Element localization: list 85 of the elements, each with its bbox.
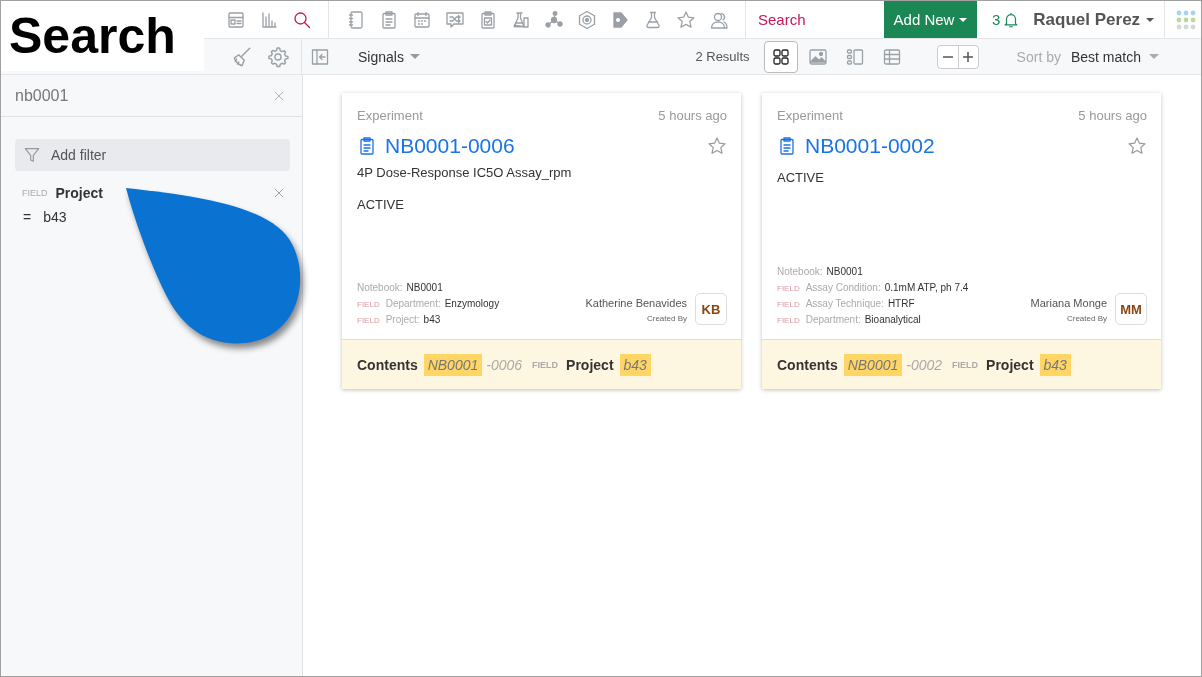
sort-dropdown[interactable]: Best match [1070,48,1159,65]
field-tag: FIELD [777,300,800,309]
filter-name: Project [55,185,103,201]
field-value: NB0001 [826,266,863,277]
created-by-label: Created By [1065,314,1107,323]
field-tag: FIELD [777,316,800,325]
filter-value: b43 [43,209,67,225]
field-label: Assay Condition: [805,282,881,293]
broom-icon[interactable] [231,45,253,68]
highlighted-match: b43 [619,353,651,376]
grid-view-icon [770,46,791,67]
field-tag: FIELD [357,316,380,325]
shuffle-icon[interactable] [444,9,465,30]
match-label: Project [566,356,614,373]
field-value: b43 [423,314,441,325]
image-view-icon [807,46,828,67]
field-value: Enzymology [444,298,500,309]
status-text: ACTIVE [777,170,825,185]
notification-count[interactable]: 3 [992,11,1001,28]
highlighted-match: b43 [1039,353,1071,376]
highlighted-match: NB0001 [423,353,483,376]
calendar-icon[interactable] [411,9,432,30]
record-type: Experiment [777,108,843,123]
field-value: 0.1mM ATP, ph 7.4 [884,282,969,293]
field-tag: FIELD [22,188,48,198]
grid-view-button[interactable] [763,40,798,73]
field-value: HTRF [887,298,915,309]
star-icon[interactable] [707,136,727,156]
creator-name: Katherine Benavides [585,297,687,309]
hexagon-icon[interactable] [576,9,597,30]
field-label: Department: [805,314,861,325]
field-label: Notebook: [777,266,823,277]
field-label: Assay Technique: [805,298,884,309]
match-label: Project [986,356,1034,373]
caret-icon [959,17,968,22]
list-view-icon [844,46,865,67]
sort-label: Sort by [1016,48,1061,65]
flask-set-icon[interactable] [510,9,531,30]
timestamp: 5 hours ago [658,108,727,123]
creator-name: Mariana Monge [1030,297,1107,309]
search-icon[interactable] [291,9,312,30]
add-filter-button[interactable]: Add filter [15,139,290,171]
close-icon[interactable] [272,186,286,200]
field-label: Notebook: [357,282,403,293]
field-label: Department: [385,298,441,309]
molecule-icon[interactable] [543,9,564,30]
clipboard-icon [777,136,797,156]
field-value: NB0001 [406,282,443,293]
add-new-button[interactable]: Add New [884,1,977,38]
record-link[interactable]: NB0001-0002 [805,134,935,158]
highlighted-match: NB0001 [843,353,903,376]
collapse-panel-icon[interactable] [310,46,330,67]
match-text: -0002 [906,356,943,373]
record-link[interactable]: NB0001-0006 [385,134,515,158]
field-tag: FIELD [777,284,800,293]
timestamp: 5 hours ago [1078,108,1147,123]
match-text: -0006 [486,356,523,373]
table-view-icon [881,46,902,67]
query-field[interactable]: nb0001 [15,86,272,105]
filter-operator: = [23,209,32,225]
field-label: Project: [385,314,420,325]
record-description: 4P Dose-Response IC5O Assay_rpm [357,165,573,180]
results-count: 2 Results [695,49,750,64]
match-label: Contents [777,356,838,373]
star-icon[interactable] [675,9,696,30]
source-dropdown[interactable]: Signals [358,48,420,65]
created-by-label: Created By [645,314,687,323]
dashboard-icon[interactable] [225,9,246,30]
star-icon[interactable] [1127,136,1147,156]
match-label: Contents [357,356,418,373]
user-menu[interactable]: Raquel Perez [1033,9,1155,30]
clipboard-icon [357,136,377,156]
initials-avatar: MM [1115,293,1147,325]
apps-grid-icon[interactable] [1176,9,1197,30]
record-type: Experiment [357,108,423,123]
field-tag: FIELD [357,300,380,309]
initials-avatar: KB [695,293,727,325]
field-value: Bioanalytical [864,314,921,325]
filter-icon [23,146,41,164]
settings-icon[interactable] [267,45,289,68]
field-tag: FIELD [532,359,559,370]
minus-icon [942,55,953,58]
plus-icon [961,49,976,64]
field-tag: FIELD [952,359,979,370]
status-text: ACTIVE [357,197,405,212]
